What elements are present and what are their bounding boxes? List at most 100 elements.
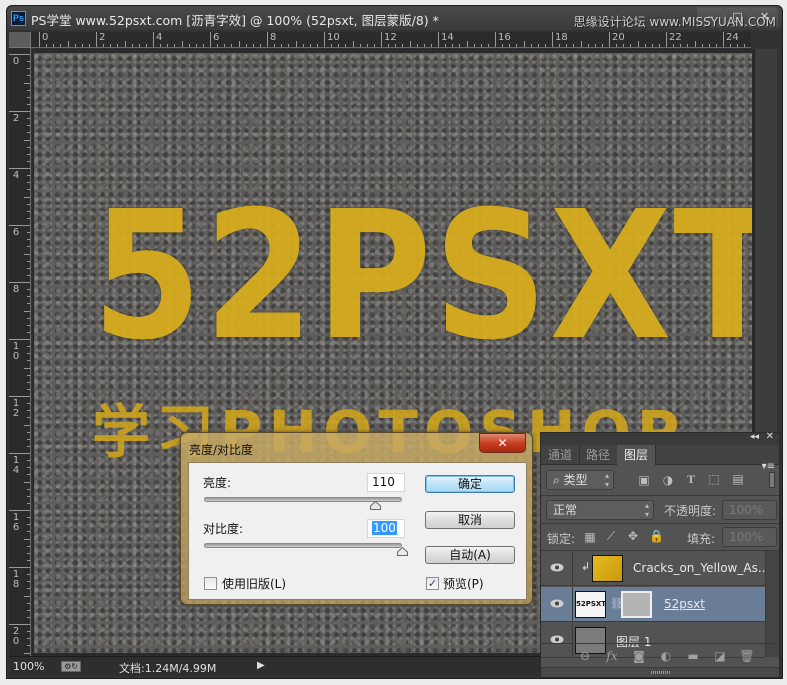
panel-resize-grip[interactable] (541, 667, 779, 677)
ruler-minor-tick (530, 44, 532, 47)
title-bar[interactable]: Ps PS学堂 www.52psxt.com [沥青字效] @ 100% (52… (7, 6, 782, 30)
layer-mask-thumbnail[interactable] (621, 591, 652, 618)
layer-row-52psxt[interactable]: 52PSXT ⛓ 52psxt (541, 587, 765, 622)
grip-lines (651, 671, 671, 674)
smart-object-filter-icon[interactable]: ▤ (731, 472, 745, 486)
dialog-body: 亮度: 110 对比度: 100 使用旧版(L) 确定 取消 自动(A) ✓ 预… (188, 462, 527, 600)
ruler-minor-tick (74, 44, 76, 47)
ruler-minor-tick (687, 44, 689, 47)
fill-input[interactable]: 100% (722, 527, 777, 547)
contrast-slider[interactable] (204, 543, 402, 548)
add-mask-icon[interactable]: ◙ (631, 649, 647, 663)
close-panel-icon[interactable]: ✕ (766, 431, 774, 442)
visibility-toggle[interactable] (541, 587, 573, 621)
layer-name[interactable]: 52psxt (664, 597, 705, 611)
layer-row-cracks[interactable]: ↲ Cracks_on_Yellow_As... (541, 551, 769, 586)
vertical-ruler[interactable]: 0 2 4 6 8 10 12 14 16 18 20 (9, 48, 31, 656)
blend-mode-select[interactable]: 正常 ▴ ▾ (546, 500, 654, 520)
ruler-minor-tick (27, 588, 30, 590)
ruler-minor-tick (27, 460, 30, 462)
tab-layers[interactable]: 图层 (617, 445, 657, 465)
auto-button[interactable]: 自动(A) (425, 546, 515, 564)
layers-scrollbar[interactable] (765, 551, 779, 657)
ruler-minor-tick (409, 41, 411, 47)
filter-toggle[interactable] (769, 472, 775, 488)
adjustment-layer-icon[interactable]: ◐ (658, 649, 674, 663)
shape-filter-icon[interactable]: ⬚ (707, 472, 721, 486)
ruler-label: 20 (612, 32, 625, 43)
tab-channels[interactable]: 通道 (541, 445, 581, 465)
ruler-minor-tick (744, 44, 746, 47)
lock-image-brush-icon[interactable]: ⟋ (604, 529, 618, 544)
panel-tabs: 通道 路径 图层 ▾≡ (541, 445, 779, 472)
horizontal-ruler[interactable]: 0 2 4 6 8 10 12 14 16 18 20 22 24 (31, 32, 751, 48)
ruler-minor-tick (580, 41, 582, 47)
contrast-slider-handle[interactable] (396, 547, 408, 556)
ruler-minor-tick (331, 44, 333, 47)
opacity-input[interactable]: 100% (722, 500, 777, 520)
ruler-minor-tick (27, 331, 30, 333)
fx-icon[interactable]: fx (604, 649, 620, 663)
cancel-button[interactable]: 取消 (425, 511, 515, 529)
use-legacy-checkbox[interactable] (204, 577, 217, 590)
ruler-minor-tick (673, 44, 675, 47)
filter-row: ⌕ 类型 ▴ ▾ ▣ ◑ T ⬚ ▤ (541, 466, 779, 496)
layers-panel: ◂◂ ✕ 通道 路径 图层 ▾≡ ⌕ 类型 ▴ ▾ ▣ ◑ T ⬚ ▤ 正常 ▴ ▾ (540, 431, 780, 678)
photoshop-app: Ps PS学堂 www.52psxt.com [沥青字效] @ 100% (52… (0, 0, 787, 685)
updown-icon: ▴ ▾ (644, 501, 649, 519)
type-filter-icon[interactable]: T (684, 472, 698, 487)
ruler-major-tick (9, 282, 30, 283)
brightness-input[interactable]: 110 (367, 473, 405, 492)
ok-button[interactable]: 确定 (425, 475, 515, 493)
lock-all-icon[interactable]: 🔒 (649, 529, 664, 543)
ruler-minor-tick (523, 41, 525, 47)
ruler-minor-tick (245, 44, 247, 47)
lock-transparent-icon[interactable]: ▦ (583, 530, 597, 544)
ruler-label: 8 (270, 32, 277, 43)
ruler-minor-tick (27, 317, 30, 319)
collapse-panel-icon[interactable]: ◂◂ (750, 432, 759, 442)
ruler-minor-tick (715, 44, 717, 47)
tab-paths[interactable]: 路径 (579, 445, 619, 465)
ruler-minor-tick (345, 44, 347, 47)
stencil-headline: 52PSXT (92, 173, 752, 380)
image-filter-icon[interactable]: ▣ (637, 473, 651, 487)
use-legacy-label: 使用旧版(L) (222, 577, 287, 591)
ruler-minor-tick (27, 246, 30, 248)
ruler-minor-tick (27, 175, 30, 177)
layer-name[interactable]: Cracks_on_Yellow_As... (633, 561, 769, 575)
panel-header[interactable]: ◂◂ ✕ (541, 431, 779, 445)
ruler-major-tick (723, 32, 724, 47)
lock-position-move-icon[interactable]: ✥ (626, 529, 640, 543)
ruler-minor-tick (27, 381, 30, 383)
ruler-minor-tick (27, 146, 30, 148)
ruler-minor-tick (27, 502, 30, 504)
contrast-input[interactable]: 100 (367, 519, 405, 538)
status-menu-arrow-icon[interactable]: ▶ (257, 660, 265, 671)
ruler-minor-tick (27, 438, 30, 440)
ruler-minor-tick (27, 445, 30, 447)
ruler-minor-tick (53, 44, 55, 47)
ruler-minor-tick (480, 44, 482, 47)
ruler-minor-tick (566, 44, 568, 47)
gpu-status-icon[interactable]: ⚙↻ (61, 661, 81, 672)
ruler-origin[interactable] (9, 32, 31, 48)
adjustment-filter-icon[interactable]: ◑ (661, 473, 675, 487)
ruler-minor-tick (27, 353, 30, 355)
new-group-folder-icon[interactable]: ▬ (685, 649, 701, 663)
ruler-major-tick (9, 225, 30, 226)
zoom-level[interactable]: 100% (13, 660, 44, 673)
ruler-label: 10 (12, 341, 20, 362)
ruler-minor-tick (27, 303, 30, 305)
delete-layer-trash-icon[interactable]: 🗑 (739, 649, 755, 663)
brightness-slider-handle[interactable] (370, 501, 382, 510)
preview-checkbox[interactable]: ✓ (426, 577, 439, 590)
dialog-close-button[interactable]: ✕ (479, 433, 526, 453)
new-layer-icon[interactable]: ◪ (712, 649, 728, 663)
ruler-minor-tick (27, 559, 30, 561)
ruler-major-tick (9, 624, 30, 625)
visibility-toggle[interactable] (541, 551, 573, 585)
link-layers-icon[interactable]: ⊖ (577, 649, 593, 663)
filter-kind-select[interactable]: ⌕ 类型 ▴ ▾ (546, 470, 614, 490)
ruler-label: 0 (42, 32, 49, 43)
